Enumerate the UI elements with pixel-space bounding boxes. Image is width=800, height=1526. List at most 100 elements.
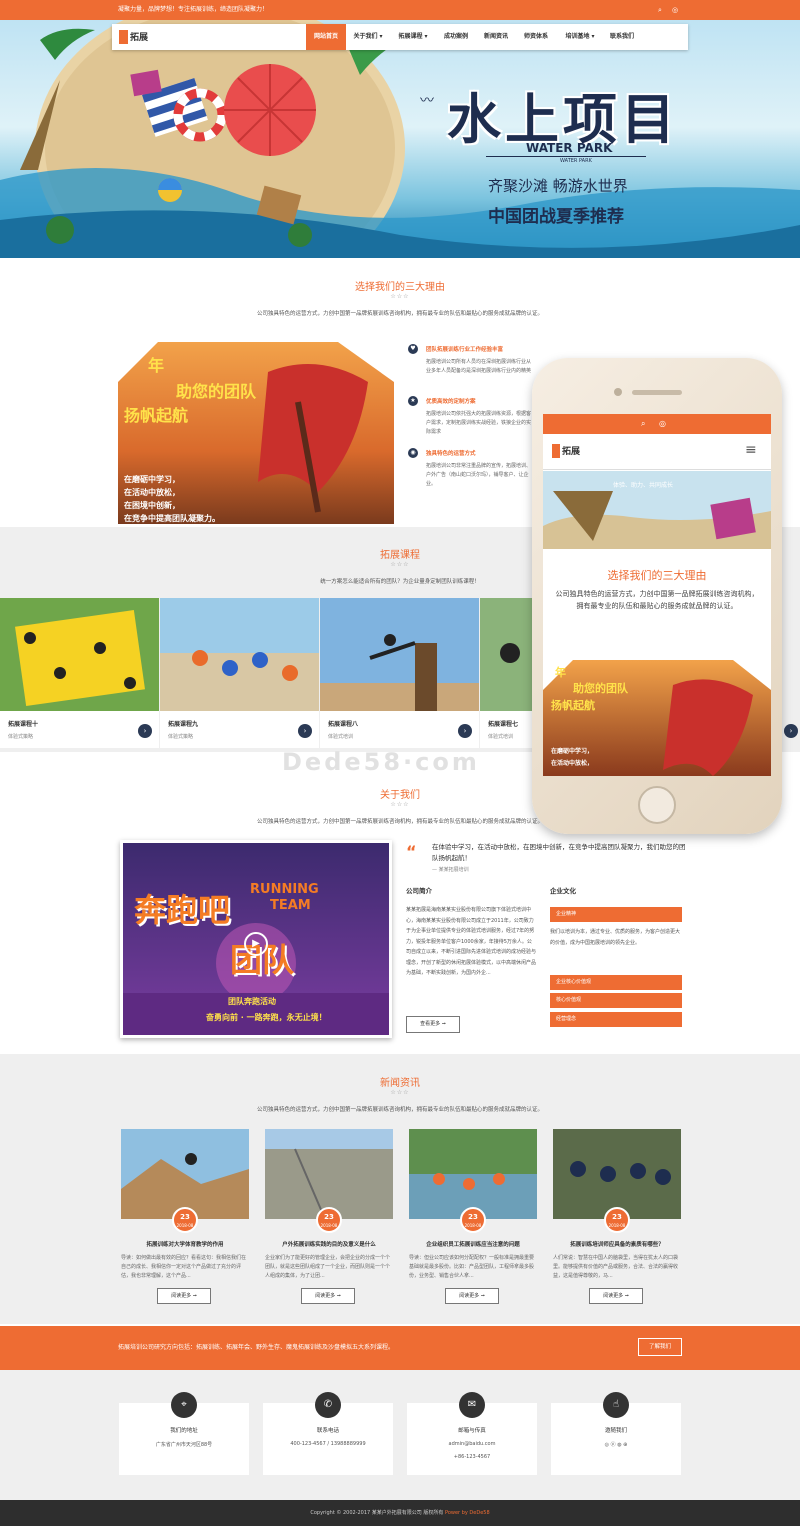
nav-news[interactable]: 新闻资讯 [478, 24, 514, 50]
news-title[interactable]: 拓展训练对大学体育教学的作用 [121, 1240, 249, 1248]
video-b2: 奋勇向前 · 一路奔跑，永无止境！ [206, 1013, 327, 1022]
news-title[interactable]: 拓展训练培训师应具备的素质有哪些？ [553, 1240, 681, 1248]
about-us-button[interactable]: 了解我们 [638, 1338, 682, 1356]
nav-teachers[interactable]: 师资体系 [518, 24, 554, 50]
footer-power-link[interactable]: DeDe58 [469, 1510, 489, 1516]
banner-sub4: 在竞争中提高团队凝聚力。 [124, 514, 220, 523]
video-b1: 团队奔跑活动 [228, 997, 276, 1006]
nav-about[interactable]: 关于我们 ▾ [348, 24, 388, 50]
hero-en-small: WATER PARK [560, 158, 592, 164]
intro-title: 公司简介 [406, 887, 432, 895]
search-icon[interactable]: ⌕ [658, 6, 666, 14]
phone-reasons-desc: 公司独具特色的运营方式，力创中国第一品牌拓展训练咨询机构，拥有最专业的队伍和最贴… [555, 590, 759, 610]
social-icons[interactable]: ◎ ⓟ ◍ ⊕ [551, 1441, 681, 1448]
top-slogan: 凝聚力量，品牌梦想！专注拓展训练，缔造团队凝聚力！ [118, 6, 269, 13]
course-sub: 体验式培训 [328, 734, 354, 740]
banner-line1: 年 [148, 356, 165, 375]
phone-logo-text: 拓展 [562, 447, 581, 457]
map-pin-icon: ⌖ [171, 1392, 197, 1418]
news-ym: 2018-08 [176, 1223, 194, 1228]
site-logo[interactable]: 拓展 [119, 28, 149, 46]
banner-line2: 助您的团队 [176, 382, 257, 401]
banner-sub1: 在磨砺中学习， [124, 475, 180, 484]
news-title[interactable]: 企业组织员工拓展训练应当注意的问题 [409, 1240, 537, 1248]
nav-home[interactable]: 网站首页 [306, 24, 346, 50]
nav-cases[interactable]: 成功案例 [438, 24, 474, 50]
hero-line2: 中国团战夏季推荐 [488, 207, 624, 227]
about-quote: 在体验中学习，在活动中放松，在困境中创新，在竞争中提高团队凝聚力，我们助您的团队… [432, 843, 686, 862]
menu-icon[interactable]: ≡ [745, 442, 757, 458]
news-date: 23 2018-08 [172, 1207, 198, 1233]
contact-card: ⌖ 我们的地址 广东省广州市天河区88号 [119, 1392, 249, 1475]
phone-img-line2: 助您的团队 [573, 682, 628, 695]
video-en1: RUNNING [250, 882, 319, 897]
heart-icon: ♥ [408, 344, 418, 354]
culture-tab[interactable]: 企业核心价值观 [550, 975, 682, 990]
news-desc: 导读：如何做出最有效的回应？看看这句：我相信我们在自己的成长、我相信你一定对这个… [121, 1255, 247, 1279]
culture-tab[interactable]: 企业精神 [550, 907, 682, 922]
reasons-stars: ☆☆☆ [390, 293, 410, 300]
arrow-right-icon[interactable]: › [298, 724, 312, 738]
course-title: 拓展课程九 [168, 721, 199, 728]
nav-bases[interactable]: 培训基地 ▾ [558, 24, 602, 50]
news-desc: 公司独具特色的运营方式，力创中国第一品牌拓展训练咨询机构，拥有最专业的队伍和最贴… [256, 1107, 543, 1113]
news-more-button[interactable]: 阅读更多 ➞ [589, 1288, 643, 1304]
hero-water [0, 233, 800, 258]
arrow-right-icon[interactable]: › [138, 724, 152, 738]
nav-contact[interactable]: 联系我们 [604, 24, 640, 50]
phone-img-sub2: 在活动中放松， [551, 760, 594, 767]
news-desc: 导读：但业公司应该如何分配配权？一般标准是拥最重要基础就是最多股份。比如：产品型… [409, 1255, 535, 1279]
thumb-icon: ☝ [603, 1392, 629, 1418]
news-more-button[interactable]: 阅读更多 ➞ [445, 1288, 499, 1304]
contact-title: 邮箱与传真 [458, 1428, 486, 1434]
phone-camera [614, 388, 622, 396]
reason-desc: 拓展培训公司非常注重品牌的宣传，拓展培训、户外广告（南山蛇口沃尔玛），铺导客户、… [426, 463, 532, 487]
phone-logo-mark [552, 444, 560, 458]
news-ym: 2018-08 [608, 1223, 626, 1228]
about-video[interactable]: 奔跑吧 RUNNING TEAM 团队 ▶ 团队奔跑活动 奋勇向前 · 一路奔跑… [120, 840, 392, 1038]
reasons-desc: 公司独具特色的运营方式，力创中国第一品牌拓展训练咨询机构，拥有最专业的队伍和最贴… [256, 311, 543, 317]
phone-search-icon[interactable]: ⌕ [641, 419, 645, 429]
nav-courses[interactable]: 拓展课程 ▾ [392, 24, 434, 50]
news-ym: 2018-08 [320, 1223, 338, 1228]
news-more-button[interactable]: 阅读更多 ➞ [157, 1288, 211, 1304]
cta-banner: 拓展培训公司研究方向包括：拓展训练、拓展年会、野外生存、魔鬼拓展训练及沙盘模拟五… [0, 1326, 800, 1370]
course-image [160, 598, 319, 711]
reason-desc: 拓展培训公司依托强大的拓展训练资源，根据客户需求，定制拓展训练实战经验，铁狼企业… [426, 411, 532, 435]
intro-more-button[interactable]: 查看更多 ➞ [406, 1016, 460, 1033]
contact-card: ✆ 联系电话 400-123-4567 / 13988889999 [263, 1392, 393, 1475]
culture-tab[interactable]: 经营理念 [550, 1012, 682, 1027]
course-card[interactable]: 拓展课程十 体验式策略 › [0, 598, 159, 748]
hero-art [0, 20, 800, 258]
reasons-title: 选择我们的三大理由 [355, 282, 445, 293]
contact-line: 400-123-4567 / 13988889999 [290, 1441, 366, 1447]
phone-mockup: ⌕ ◎ 拓展 ≡ 体验、助力、共同成长 选择我们的三大理由 公司独具特色的运营方… [532, 358, 782, 834]
news-title[interactable]: 户外拓展训练实践的目的及意义是什么 [265, 1240, 393, 1248]
phone-weibo-icon[interactable]: ◎ [659, 419, 666, 428]
news-more-button[interactable]: 阅读更多 ➞ [301, 1288, 355, 1304]
course-next-button[interactable]: › [784, 724, 798, 738]
hero-line1: 齐聚沙滩 畅游水世界 [488, 177, 628, 195]
footer-power-label: Power by [444, 1510, 468, 1516]
footer-copyright: Copyright © 2002-2017 某某户外拓展有限公司 版权所有 [310, 1510, 444, 1516]
intro-text: 某某拓展是海南某某实业股份有限公司旗下体验式培训中心，海南某某实业股份有限公司成… [406, 907, 537, 976]
course-title: 拓展课程十 [8, 721, 39, 728]
culture-tab[interactable]: 核心价值观 [550, 993, 682, 1008]
phone-speaker [632, 390, 682, 395]
contact-title: 联系电话 [316, 1428, 339, 1434]
arrow-right-icon[interactable]: › [458, 724, 472, 738]
contact-line: +86-123-4567 [453, 1454, 491, 1460]
hero-en-title: WATER PARK [526, 141, 613, 155]
course-card[interactable]: 拓展课程八 体验式培训 › [320, 598, 479, 748]
weibo-icon[interactable]: ◎ [672, 6, 680, 14]
phone-screen: ⌕ ◎ 拓展 ≡ 体验、助力、共同成长 选择我们的三大理由 公司独具特色的运营方… [543, 414, 771, 776]
course-card[interactable]: 拓展课程九 体验式策略 › [160, 598, 319, 748]
home-button[interactable] [638, 786, 676, 824]
news-ym: 2018-08 [464, 1223, 482, 1228]
quote-icon: “ [406, 842, 417, 861]
news-desc: 企业家们为了能更好的管理企业，会把企业的分成一个个团队，就是这些团队组成了一个企… [265, 1255, 391, 1279]
play-icon[interactable]: ▶ [244, 932, 268, 956]
phone-img-line3: 扬帆起航 [551, 699, 595, 712]
logo-mark [119, 30, 128, 44]
course-sub: 体验式策略 [8, 734, 34, 740]
